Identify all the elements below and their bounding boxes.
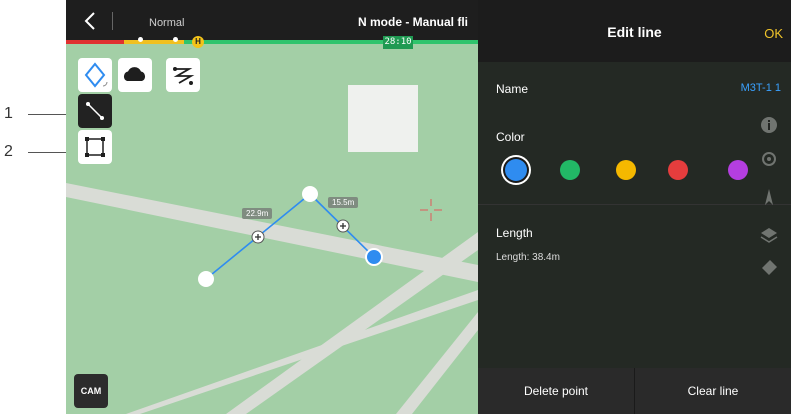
camera-view-button[interactable]: CAM: [74, 374, 108, 408]
add-point-icon[interactable]: [251, 230, 265, 244]
polygon-icon: [85, 137, 105, 157]
progress-marker: [173, 37, 178, 42]
line-tool-button[interactable]: [78, 94, 112, 128]
progress-marker: [138, 37, 143, 42]
progress-critical-segment: [66, 40, 124, 44]
segment-length-label: 22.9m: [242, 208, 273, 219]
flight-status-title: N mode - Manual fli: [358, 15, 469, 29]
divider: [478, 204, 791, 205]
length-label: Length: [496, 226, 533, 240]
add-point-icon[interactable]: [336, 219, 350, 233]
line-name-field[interactable]: M3T-1 1: [741, 82, 781, 94]
color-swatch[interactable]: [560, 160, 580, 180]
color-swatch[interactable]: [668, 160, 688, 180]
flight-mode-label: Normal: [149, 17, 185, 29]
back-chevron-icon[interactable]: [80, 10, 102, 32]
panel-actions: Delete point Clear line: [478, 368, 791, 414]
building-area: [348, 85, 418, 152]
area-tool-button[interactable]: [118, 58, 152, 92]
panel-header: Edit line OK: [478, 0, 791, 62]
polygon-tool-button[interactable]: [78, 130, 112, 164]
line-icon: [86, 102, 104, 120]
line-point[interactable]: [302, 186, 318, 202]
selected-line-point[interactable]: [365, 248, 383, 266]
callout-number: 2: [4, 143, 13, 160]
segment-length-label: 15.5m: [328, 197, 359, 208]
ok-button[interactable]: OK: [764, 26, 783, 41]
delete-point-button[interactable]: Delete point: [478, 368, 634, 414]
battery-progress-bar: [66, 40, 478, 44]
route-icon: [173, 67, 195, 85]
route-tool-button[interactable]: [166, 58, 200, 92]
clear-line-button[interactable]: Clear line: [635, 368, 791, 414]
name-label: Name: [496, 82, 529, 96]
length-value: Length: 38.4m: [496, 252, 560, 263]
edit-line-panel: Edit line OK Name M3T-1 1 Color Length L…: [478, 0, 791, 414]
color-label: Color: [496, 130, 525, 144]
callout-line: [28, 114, 66, 115]
waypoint-tool-button[interactable]: [78, 58, 112, 92]
callout-line: [28, 152, 66, 153]
color-swatch[interactable]: [616, 160, 636, 180]
layers-icon: [760, 228, 778, 243]
info-icon: [761, 117, 777, 133]
callout-2: 2: [0, 142, 66, 162]
color-swatch[interactable]: [728, 160, 748, 180]
compass-icon: [765, 189, 773, 205]
waypoint-icon: [84, 62, 108, 88]
callout-number: 1: [4, 105, 13, 122]
home-point-marker: H: [192, 36, 204, 48]
cloud-icon: [123, 67, 146, 81]
locate-icon: [762, 152, 776, 166]
color-swatch[interactable]: [505, 159, 527, 181]
divider: [112, 12, 113, 30]
progress-normal-segment: [184, 40, 478, 44]
app-screen: 22.9m 15.5m Normal N mode - Manual fli H…: [66, 0, 791, 414]
eraser-icon: [762, 260, 777, 275]
line-point[interactable]: [198, 271, 214, 287]
callout-1: 1: [0, 104, 66, 124]
flight-time-badge: 28:10: [383, 36, 413, 49]
panel-title: Edit line: [607, 24, 662, 40]
